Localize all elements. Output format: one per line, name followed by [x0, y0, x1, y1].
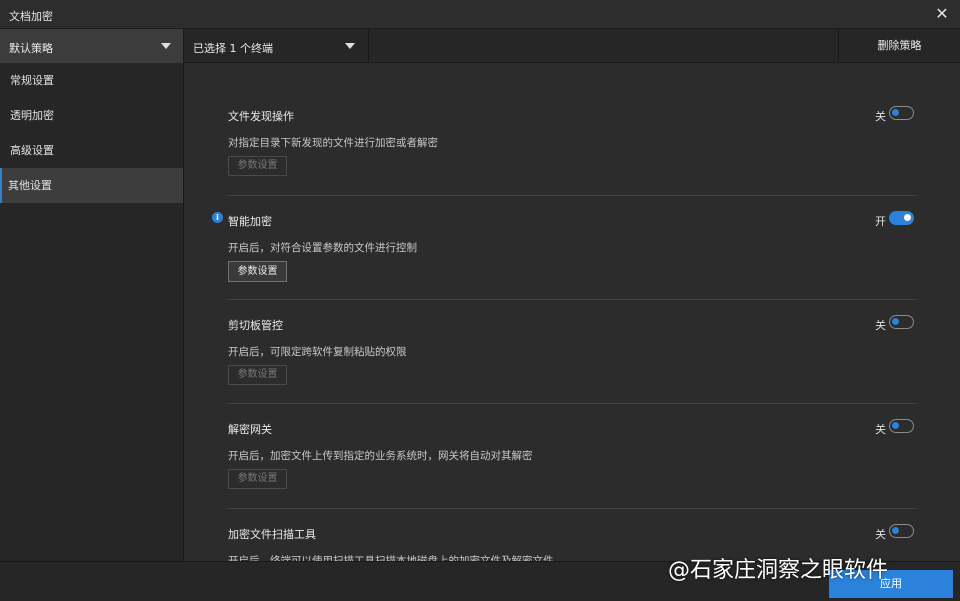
- delete-policy-button[interactable]: 删除策略: [838, 29, 960, 63]
- section-clipboard-control: 剪切板管控 关 开启后，可限定跨软件复制粘贴的权限 参数设置: [228, 315, 916, 404]
- watermark-text: @石家庄洞察之眼软件: [668, 558, 889, 583]
- toggle-knob: [892, 109, 899, 116]
- title-bar: 文档加密 ✕: [0, 0, 960, 29]
- toggle-state-label: 关: [875, 423, 886, 436]
- chevron-down-icon: [161, 43, 171, 49]
- window-title: 文档加密: [9, 10, 53, 23]
- toggle-knob: [892, 422, 899, 429]
- section-title: 智能加密: [228, 215, 272, 228]
- section-description: 开启后，可限定跨软件复制粘贴的权限: [228, 346, 407, 358]
- section-title: 加密文件扫描工具: [228, 528, 316, 541]
- toggle-state-label: 关: [875, 319, 886, 332]
- policy-select[interactable]: 默认策略: [0, 29, 184, 63]
- close-icon[interactable]: ✕: [932, 4, 952, 24]
- sidebar-item-transparent-encryption[interactable]: 透明加密: [0, 98, 183, 133]
- sidebar: 常规设置 透明加密 高级设置 其他设置: [0, 63, 184, 561]
- sidebar-item-general[interactable]: 常规设置: [0, 63, 183, 98]
- section-description: 开启后，加密文件上传到指定的业务系统时，网关将自动对其解密: [228, 450, 533, 462]
- sidebar-item-other[interactable]: 其他设置: [0, 168, 183, 203]
- section-title: 解密网关: [228, 423, 272, 436]
- section-smart-encryption: i 智能加密 开 开启后，对符合设置参数的文件进行控制 参数设置: [212, 211, 916, 300]
- toolbar: 默认策略 已选择 1 个终端 删除策略: [0, 29, 960, 63]
- sidebar-item-advanced[interactable]: 高级设置: [0, 133, 183, 168]
- toggle-knob: [892, 318, 899, 325]
- section-title: 文件发现操作: [228, 110, 294, 123]
- param-settings-button[interactable]: 参数设置: [228, 469, 287, 489]
- param-settings-button[interactable]: 参数设置: [228, 261, 287, 282]
- toggle-state-label: 关: [875, 528, 886, 541]
- section-decryption-gateway: 解密网关 关 开启后，加密文件上传到指定的业务系统时，网关将自动对其解密 参数设…: [228, 419, 916, 509]
- toggle-state-label: 开: [875, 215, 886, 228]
- section-title: 剪切板管控: [228, 319, 283, 332]
- scan-tool-toggle[interactable]: [889, 524, 914, 538]
- info-icon[interactable]: i: [212, 212, 223, 223]
- terminal-select-value: 已选择 1 个终端: [193, 42, 273, 55]
- section-file-discovery: 文件发现操作 关 对指定目录下新发现的文件进行加密或者解密 参数设置: [228, 106, 916, 196]
- toggle-state-label: 关: [875, 110, 886, 123]
- toggle-knob: [892, 527, 899, 534]
- policy-select-value: 默认策略: [9, 42, 53, 55]
- chevron-down-icon: [345, 43, 355, 49]
- toggle-knob: [904, 214, 911, 221]
- section-description: 开启后，终端可以使用扫描工具扫描本地磁盘上的加密文件及解密文件: [228, 555, 554, 561]
- param-settings-button[interactable]: 参数设置: [228, 156, 287, 176]
- section-description: 开启后，对符合设置参数的文件进行控制: [228, 242, 417, 254]
- decryption-gateway-toggle[interactable]: [889, 419, 914, 433]
- settings-panel: 文件发现操作 关 对指定目录下新发现的文件进行加密或者解密 参数设置 i 智能加…: [185, 63, 960, 561]
- smart-encryption-toggle[interactable]: [889, 211, 914, 225]
- param-settings-button[interactable]: 参数设置: [228, 365, 287, 385]
- terminal-select[interactable]: 已选择 1 个终端: [185, 29, 369, 63]
- section-description: 对指定目录下新发现的文件进行加密或者解密: [228, 137, 438, 149]
- clipboard-control-toggle[interactable]: [889, 315, 914, 329]
- file-discovery-toggle[interactable]: [889, 106, 914, 120]
